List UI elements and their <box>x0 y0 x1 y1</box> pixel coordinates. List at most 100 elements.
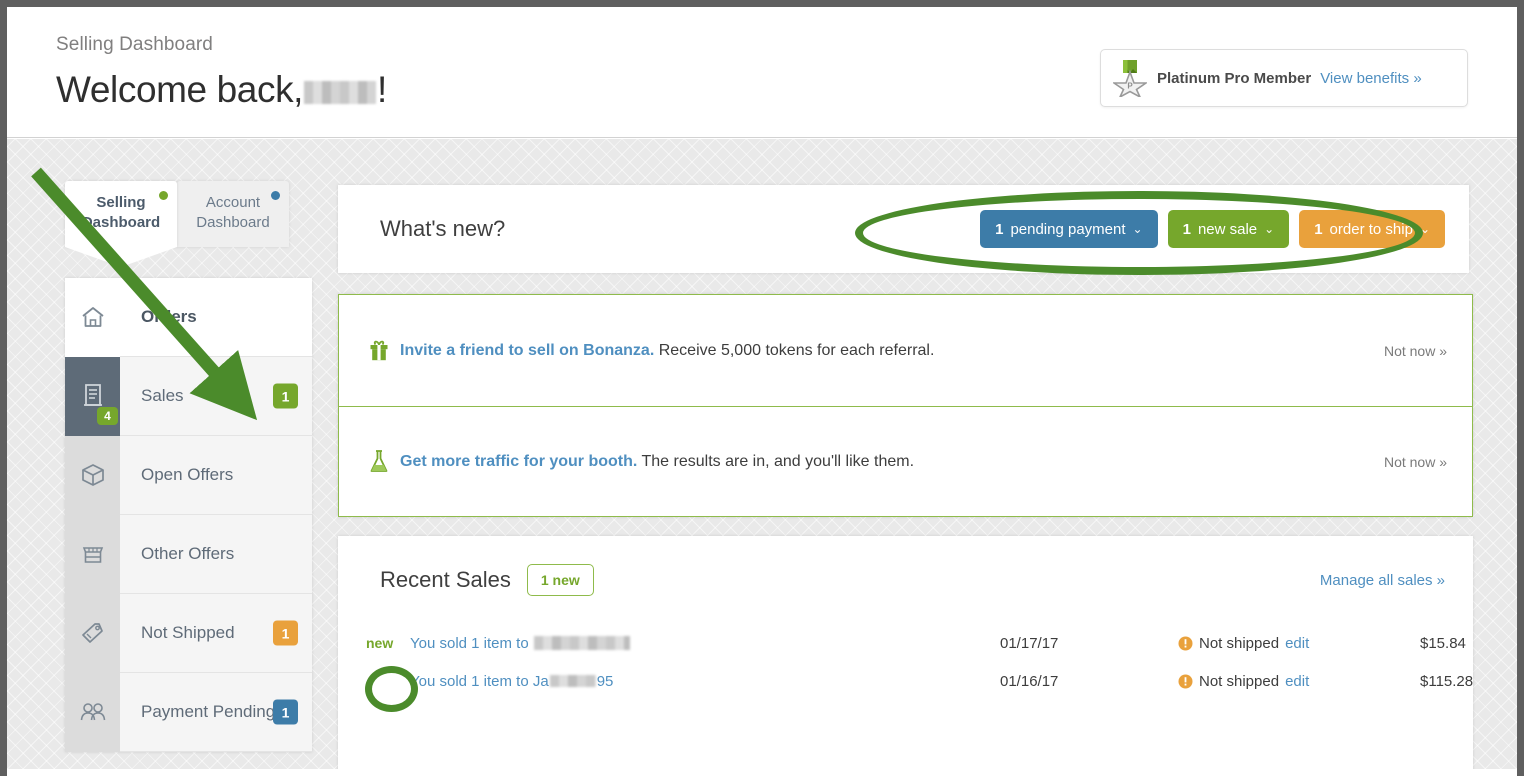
sale-status-text: Not shipped <box>1199 672 1280 690</box>
pending-payment-label: pending payment <box>1010 220 1126 238</box>
sidebar-badge-payment-pending: 1 <box>273 699 298 725</box>
selling-dashboard-screenshot: Selling Dashboard Welcome back,! P Plati… <box>0 0 1524 776</box>
warning-icon <box>1178 636 1193 650</box>
sidebar-item-other-offers[interactable]: Other Offers <box>65 514 312 594</box>
table-row[interactable]: new You sold 1 item to 01/17/17 Not ship… <box>338 624 1473 662</box>
dashboard-tabs: Selling Dashboard Account Dashboard <box>65 181 289 267</box>
sale-amount: $15.84 <box>1420 634 1466 652</box>
sale-description-text: You sold 1 item to <box>410 672 529 690</box>
svg-text:P: P <box>1127 82 1133 91</box>
people-icon <box>80 703 105 721</box>
sale-buyer-visible: Ja <box>532 672 549 690</box>
view-benefits-link[interactable]: View benefits » <box>1320 70 1421 87</box>
sidebar-badge-sales: 1 <box>273 383 298 409</box>
new-sale-button[interactable]: 1 new sale ⌄ <box>1167 210 1290 248</box>
member-badge[interactable]: P Platinum Pro Member View benefits » <box>1100 49 1468 107</box>
notice-text-invite: Invite a friend to sell on Bonanza. Rece… <box>400 342 934 360</box>
sidebar-label-payment-pending: Payment Pending <box>141 702 276 721</box>
order-to-ship-count: 1 <box>1314 220 1323 238</box>
chevron-down-icon: ⌄ <box>1132 222 1143 236</box>
pending-payment-count: 1 <box>995 220 1004 238</box>
tab-status-dot-blue <box>271 191 280 200</box>
sale-status: Not shipped edit <box>1178 635 1309 652</box>
new-sale-count: 1 <box>1182 220 1191 238</box>
sidebar-icon-cell <box>65 593 120 673</box>
sale-edit-link[interactable]: edit <box>1285 635 1309 652</box>
whats-new-panel: What's new? 1 pending payment ⌄ 1 new sale ⌄… <box>338 185 1469 273</box>
sale-new-flag: new <box>366 635 394 651</box>
tab-selling-dashboard[interactable]: Selling Dashboard <box>65 181 177 267</box>
recent-sales-header: Recent Sales 1 new Manage all sales » <box>338 536 1473 624</box>
flask-icon <box>370 450 388 472</box>
redacted-username <box>304 81 377 104</box>
pending-payment-button[interactable]: 1 pending payment ⌄ <box>980 210 1158 248</box>
sale-row-content: You sold 1 item to Ja 95 01/16/17 Not shi… <box>410 662 1473 700</box>
redacted-buyer-name <box>533 635 630 650</box>
tab-account-label-line1: Account <box>205 194 261 211</box>
tab-status-dot-green <box>159 191 168 200</box>
sale-status: Not shipped edit <box>1178 673 1309 690</box>
gift-icon <box>370 340 388 360</box>
sale-description[interactable]: You sold 1 item to <box>410 635 631 652</box>
table-row[interactable]: You sold 1 item to Ja 95 01/16/17 Not shi… <box>338 662 1473 700</box>
notice-row-traffic[interactable]: Get more traffic for your booth. The res… <box>339 406 1472 517</box>
sidebar-badge-not-shipped: 1 <box>273 620 298 646</box>
sidebar-icon-cell <box>65 514 120 594</box>
receipt-icon <box>83 384 102 406</box>
tab-selling-label-line1: Selling <box>96 194 146 211</box>
notices-panel: Invite a friend to sell on Bonanza. Rece… <box>338 294 1473 517</box>
dashboard-body: Selling Dashboard Account Dashboard Orde… <box>7 139 1517 769</box>
sale-status-text: Not shipped <box>1199 634 1280 652</box>
sidebar-item-not-shipped[interactable]: Not Shipped 1 <box>65 593 312 673</box>
sidebar-label-orders: Orders <box>141 307 197 326</box>
sale-description-text: You sold 1 item to <box>410 634 529 652</box>
chevron-down-icon: ⌄ <box>1264 222 1275 236</box>
notice-body-invite: Receive 5,000 tokens for each referral. <box>654 341 935 359</box>
sale-amount: $115.28 <box>1420 672 1474 690</box>
recent-sales-panel: Recent Sales 1 new Manage all sales » ne… <box>338 536 1473 769</box>
home-icon <box>81 307 104 327</box>
sidebar-item-orders[interactable]: Orders <box>65 277 312 357</box>
sidebar-nav: Orders 4 Sales 1 Open Offers Other Offer… <box>65 277 312 752</box>
notice-dismiss-traffic[interactable]: Not now » <box>1384 454 1447 470</box>
sidebar-icon-cell: 4 <box>65 356 120 436</box>
sidebar-icon-cell <box>65 672 120 752</box>
whats-new-title: What's new? <box>380 216 506 241</box>
notice-link-invite[interactable]: Invite a friend to sell on Bonanza. <box>400 342 654 359</box>
sale-edit-link[interactable]: edit <box>1285 673 1309 690</box>
order-to-ship-label: order to ship <box>1329 220 1413 238</box>
chevron-down-icon: ⌄ <box>1419 222 1430 236</box>
sidebar-label-open-offers: Open Offers <box>141 465 234 484</box>
manage-all-sales-link[interactable]: Manage all sales » <box>1320 572 1445 589</box>
tag-icon <box>81 623 103 643</box>
sidebar-item-sales[interactable]: 4 Sales 1 <box>65 356 312 436</box>
notice-dismiss-invite[interactable]: Not now » <box>1384 343 1447 359</box>
recent-sales-new-badge: 1 new <box>526 564 594 596</box>
sale-description[interactable]: You sold 1 item to Ja 95 <box>410 673 613 690</box>
tab-account-label-line2: Dashboard <box>196 214 270 231</box>
redacted-buyer-name <box>549 674 596 687</box>
tab-selling-label-line2: Dashboard <box>81 214 161 231</box>
sale-date: 01/16/17 <box>1000 672 1059 690</box>
notice-body-traffic: The results are in, and you'll like them… <box>637 453 915 470</box>
sale-row-content: You sold 1 item to 01/17/17 Not shipped … <box>410 624 1466 662</box>
welcome-suffix: ! <box>377 69 387 110</box>
recent-sales-title: Recent Sales <box>380 567 511 592</box>
new-sale-label: new sale <box>1197 220 1258 238</box>
welcome-prefix: Welcome back, <box>56 69 304 110</box>
page-title: Welcome back,! <box>56 69 387 111</box>
sidebar-icon-cell <box>65 277 120 357</box>
member-badge-label: Platinum Pro Member <box>1157 69 1312 87</box>
sidebar-item-open-offers[interactable]: Open Offers <box>65 435 312 515</box>
box-icon <box>81 464 104 486</box>
tab-account-dashboard[interactable]: Account Dashboard <box>177 181 289 247</box>
medal-star-icon: P <box>1113 60 1147 97</box>
sale-date: 01/17/17 <box>1000 634 1059 652</box>
sidebar-icon-cell <box>65 435 120 515</box>
whats-new-buttons: 1 pending payment ⌄ 1 new sale ⌄ 1 order to s… <box>980 210 1445 248</box>
order-to-ship-button[interactable]: 1 order to ship ⌄ <box>1299 210 1445 248</box>
sidebar-item-payment-pending[interactable]: Payment Pending 1 <box>65 672 312 752</box>
notice-row-invite[interactable]: Invite a friend to sell on Bonanza. Rece… <box>339 295 1472 406</box>
sidebar-label-other-offers: Other Offers <box>141 544 235 563</box>
notice-link-traffic[interactable]: Get more traffic for your booth. <box>400 453 637 470</box>
